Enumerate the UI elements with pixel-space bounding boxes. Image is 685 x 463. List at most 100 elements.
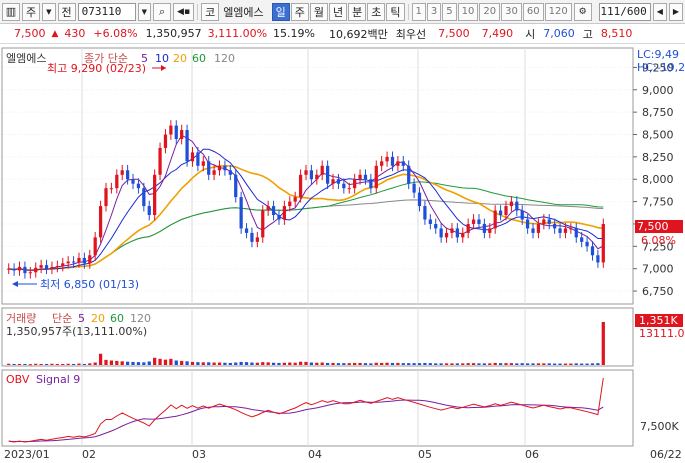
candle-body [563, 228, 568, 233]
candle-body [331, 179, 335, 184]
dropdown-arrow-icon[interactable]: ▼ [42, 2, 56, 21]
volume-bar [255, 362, 259, 365]
candle-body [320, 165, 324, 175]
candle-body [98, 206, 103, 238]
sound-icon[interactable]: ◀▪ [173, 2, 195, 21]
toolbar: ▥ 주 ▼ 전 073110 ▼ ⌕ ◀▪ 코 엘엠에스 일주월년분초틱 135… [0, 0, 685, 24]
candle-body [461, 232, 465, 238]
volume-bar [196, 362, 200, 365]
volume-bar [244, 362, 249, 365]
candle-body [558, 228, 562, 233]
interval-tab-10[interactable]: 10 [457, 2, 479, 21]
volume-bar [542, 363, 546, 365]
search-icon[interactable]: ⌕ [153, 2, 172, 21]
volume-bar [7, 363, 11, 365]
market-tag: 코 [201, 2, 220, 21]
volume-bar [558, 363, 562, 365]
candle-body [401, 161, 405, 166]
volume-bar [169, 358, 173, 365]
stock-chart[interactable]: 9,2509,0008,7508,5008,2508,0007,7507,500… [0, 46, 685, 463]
volume-bar [574, 363, 578, 365]
candle-body [88, 255, 92, 264]
candle-body [136, 183, 141, 189]
bar-count-input[interactable]: 111/600 [598, 2, 651, 21]
candle-body [120, 170, 124, 175]
volume-bar [223, 362, 227, 365]
candle-body [347, 188, 351, 190]
period-tabs: 일주월년분초틱 [271, 2, 405, 21]
y-tick-label: 8,500 [642, 129, 674, 142]
scroll-left-icon[interactable]: ◀ [652, 2, 667, 21]
volume-bar [153, 357, 157, 365]
candle-body [363, 174, 368, 180]
quote-bar: 7,500 ▲ 430 +6.08% 1,350,957 3,111.00% 1… [0, 24, 685, 44]
obv-signal-label: Signal 9 [36, 373, 80, 386]
interval-tab-1[interactable]: 1 [411, 2, 426, 21]
mode-all-button[interactable]: 전 [57, 2, 76, 21]
candle-body [282, 206, 286, 220]
vol-ma60-label: 60 [110, 312, 124, 325]
candle-body [515, 201, 519, 211]
volume-bar [331, 362, 335, 365]
chart-type-button[interactable]: ▥ [2, 2, 20, 21]
period-tab-2[interactable]: 월 [309, 2, 329, 21]
lc-label: LC:9,49 [637, 48, 679, 61]
candle-body [326, 165, 330, 184]
volume-tag-text: 1,351K [639, 314, 678, 327]
candle-body [542, 219, 546, 224]
candle-body [293, 197, 297, 202]
period-tab-0[interactable]: 일 [271, 2, 290, 21]
candle-body [509, 201, 514, 207]
candle-body [444, 232, 449, 238]
period-tab-3[interactable]: 년 [329, 2, 348, 21]
period-tab-6[interactable]: 틱 [386, 2, 405, 21]
divider [197, 3, 199, 20]
candle-body [71, 261, 76, 263]
interval-tab-5[interactable]: 5 [442, 2, 457, 21]
code-dropdown-icon[interactable]: ▼ [137, 2, 152, 21]
candle-body [504, 206, 508, 216]
volume-info: 1,350,957주(13,111.00%) [6, 325, 147, 338]
candle-body [158, 147, 162, 175]
settings-icon[interactable]: ⚙ [573, 2, 592, 21]
period-tab-5[interactable]: 초 [367, 2, 386, 21]
volume-bar [498, 363, 503, 365]
volume-bar [407, 363, 411, 365]
period-tab-4[interactable]: 분 [348, 2, 367, 21]
volume-bar [439, 363, 443, 365]
stock-code-input[interactable]: 073110 [77, 2, 136, 21]
x-tick-label: 04 [308, 448, 322, 461]
period-tab-1[interactable]: 주 [290, 2, 309, 21]
candle-body [255, 237, 259, 242]
candle-body [109, 188, 114, 190]
candle-body [147, 206, 151, 216]
ma20-label: 20 [173, 52, 187, 65]
ma120-label: 120 [214, 52, 235, 65]
interval-tab-3[interactable]: 3 [426, 2, 442, 21]
interval-tab-20[interactable]: 20 [479, 2, 501, 21]
volume-bar [396, 362, 400, 365]
volume-bar [488, 363, 492, 365]
mode-week-button[interactable]: 주 [22, 2, 41, 21]
interval-tab-120[interactable]: 120 [544, 2, 572, 21]
scroll-right-icon[interactable]: ▶ [668, 2, 683, 21]
volume-bar [509, 363, 514, 365]
interval-tab-30[interactable]: 30 [501, 2, 522, 21]
candle-body [471, 219, 476, 224]
candle-body [115, 174, 119, 189]
bid-price: 7,490 [481, 27, 514, 40]
candle-body [369, 179, 373, 189]
volume-bar [271, 362, 276, 365]
volume-bar [493, 362, 497, 365]
candle-body [412, 183, 416, 193]
interval-tab-60[interactable]: 60 [522, 2, 544, 21]
volume-bar [309, 362, 314, 365]
candle-body [315, 174, 319, 180]
volume-bar [39, 363, 43, 365]
volume-bar [131, 361, 135, 365]
candle-body [358, 174, 362, 180]
candle-body [261, 210, 265, 238]
up-arrow-icon: ▲ [51, 28, 59, 39]
candle-body [482, 223, 486, 233]
candle-body [153, 174, 157, 216]
